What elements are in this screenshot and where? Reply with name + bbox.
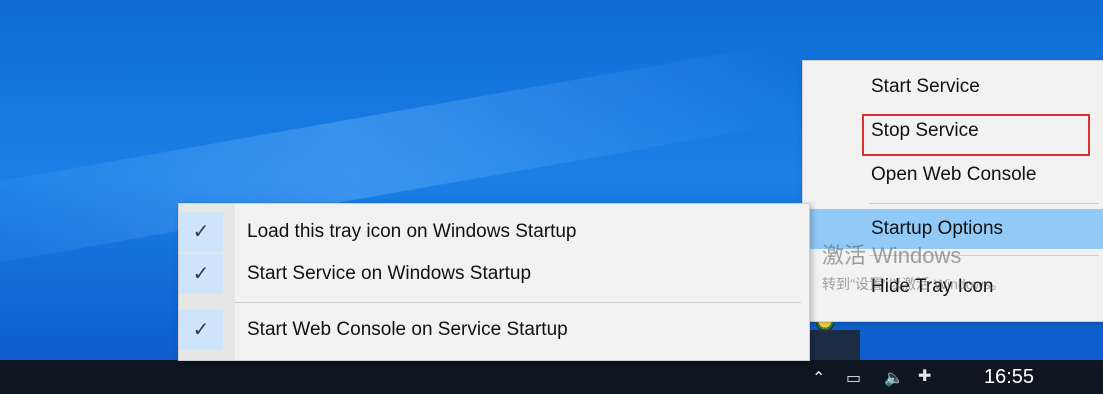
taskbar: ⌃ ▭ 🔈 ✚	[0, 360, 1103, 394]
check-icon: ✓	[179, 254, 223, 294]
activation-watermark-subtitle: 转到"设置"以激活 Windows。	[822, 276, 1005, 292]
menu-item-label: Open Web Console	[871, 164, 1037, 185]
ime-icon[interactable]: ✚	[918, 366, 931, 386]
submenu-item-label: Load this tray icon on Windows Startup	[247, 221, 577, 242]
menu-item-label: Startup Options	[871, 218, 1004, 239]
submenu-item-load-tray-icon[interactable]: ✓ Load this tray icon on Windows Startup	[179, 212, 809, 252]
annotation-highlight-box	[862, 114, 1090, 156]
submenu-item-start-service-on-startup[interactable]: ✓ Start Service on Windows Startup	[179, 254, 809, 294]
check-icon: ✓	[179, 212, 223, 252]
screen: ⌃ ▭ 🔈 ✚ 16:55 Start Service Stop Service…	[0, 0, 1103, 394]
network-icon[interactable]: ▭	[846, 368, 861, 388]
submenu-item-label: Start Web Console on Service Startup	[247, 319, 568, 340]
menu-separator	[235, 302, 801, 303]
submenu-item-start-web-console[interactable]: ✓ Start Web Console on Service Startup	[179, 310, 809, 350]
submenu-item-label: Start Service on Windows Startup	[247, 263, 532, 284]
menu-separator	[869, 203, 1099, 204]
tray-overflow-area	[808, 330, 860, 360]
menu-item-open-web-console[interactable]: Open Web Console	[803, 155, 1103, 195]
activation-watermark-title: 激活 Windows	[822, 243, 962, 268]
check-icon: ✓	[179, 310, 223, 350]
volume-icon[interactable]: 🔈	[884, 368, 904, 388]
menu-item-start-service[interactable]: Start Service	[803, 67, 1103, 107]
menu-item-label: Start Service	[871, 76, 980, 97]
startup-options-submenu: ✓ Load this tray icon on Windows Startup…	[178, 203, 810, 361]
chevron-up-icon[interactable]: ⌃	[812, 368, 825, 388]
taskbar-clock[interactable]: 16:55	[984, 366, 1034, 389]
